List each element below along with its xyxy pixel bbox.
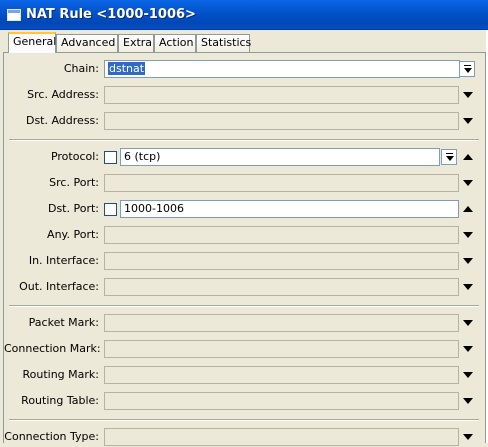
connection-type-expand-icon[interactable]: [463, 434, 473, 440]
connection-mark-field[interactable]: [104, 340, 459, 358]
packet-mark-expand-icon[interactable]: [463, 320, 473, 326]
tab-advanced[interactable]: Advanced: [56, 34, 118, 52]
separator: [9, 305, 479, 307]
packet-mark-label: Packet Mark:: [28, 316, 99, 329]
chain-row: Chain: dstnat: [4, 59, 487, 79]
window-icon: [7, 9, 21, 21]
src-port-expand-icon[interactable]: [463, 180, 473, 186]
out-interface-field[interactable]: [104, 278, 459, 296]
any-port-field[interactable]: [104, 226, 459, 244]
any-port-label: Any. Port:: [47, 228, 99, 241]
packet-mark-row: Packet Mark:: [4, 313, 487, 333]
routing-table-label: Routing Table:: [21, 394, 99, 407]
src-address-row: Src. Address:: [4, 85, 487, 105]
in-interface-expand-icon[interactable]: [463, 258, 473, 264]
routing-table-expand-icon[interactable]: [463, 398, 473, 404]
routing-table-field[interactable]: [104, 392, 459, 410]
chain-dropdown-icon[interactable]: [459, 61, 475, 77]
connection-type-label: Connection Type:: [4, 430, 99, 443]
title-bar[interactable]: NAT Rule <1000-1006>: [0, 0, 488, 30]
out-interface-label: Out. Interface:: [19, 280, 99, 293]
tab-statistics[interactable]: Statistics: [196, 34, 251, 52]
any-port-expand-icon[interactable]: [463, 232, 473, 238]
src-address-field[interactable]: [104, 86, 459, 104]
in-interface-label: In. Interface:: [28, 254, 99, 267]
chain-field[interactable]: dstnat: [104, 60, 460, 78]
connection-mark-label: Connection Mark:: [4, 342, 101, 355]
routing-mark-field[interactable]: [104, 366, 459, 384]
protocol-negate-checkbox[interactable]: [104, 151, 117, 164]
out-interface-row: Out. Interface:: [4, 277, 487, 297]
routing-mark-label: Routing Mark:: [22, 368, 99, 381]
dst-address-row: Dst. Address:: [4, 111, 487, 131]
protocol-row: Protocol: 6 (tcp): [4, 147, 487, 167]
dst-port-negate-checkbox[interactable]: [104, 203, 117, 216]
packet-mark-field[interactable]: [104, 314, 459, 332]
dst-port-collapse-icon[interactable]: [463, 206, 473, 212]
routing-mark-row: Routing Mark:: [4, 365, 487, 385]
window-title: NAT Rule <1000-1006>: [26, 7, 196, 22]
dst-address-expand-icon[interactable]: [463, 118, 473, 124]
nat-rule-window: NAT Rule <1000-1006> General Advanced Ex…: [0, 0, 488, 446]
connection-type-row: Connection Type:: [4, 427, 487, 447]
dst-port-row: Dst. Port: 1000-1006: [4, 199, 487, 219]
in-interface-field[interactable]: [104, 252, 459, 270]
tab-extra[interactable]: Extra: [118, 34, 154, 52]
protocol-field[interactable]: 6 (tcp): [120, 148, 440, 166]
src-port-label: Src. Port:: [49, 176, 99, 189]
routing-mark-expand-icon[interactable]: [463, 372, 473, 378]
chain-value: dstnat: [108, 62, 146, 75]
src-port-row: Src. Port:: [4, 173, 487, 193]
dst-port-label: Dst. Port:: [47, 202, 99, 215]
separator: [9, 419, 479, 421]
tab-general[interactable]: General: [8, 32, 56, 53]
src-address-expand-icon[interactable]: [463, 92, 473, 98]
src-address-label: Src. Address:: [27, 88, 99, 101]
any-port-row: Any. Port:: [4, 225, 487, 245]
dst-address-label: Dst. Address:: [25, 114, 99, 127]
src-port-field[interactable]: [104, 174, 459, 192]
separator: [9, 139, 479, 141]
out-interface-expand-icon[interactable]: [463, 284, 473, 290]
protocol-label: Protocol:: [50, 150, 99, 163]
protocol-collapse-icon[interactable]: [463, 154, 473, 160]
routing-table-row: Routing Table:: [4, 391, 487, 411]
in-interface-row: In. Interface:: [4, 251, 487, 271]
connection-mark-row: Connection Mark:: [4, 339, 487, 359]
connection-type-field[interactable]: [104, 428, 459, 446]
general-panel: Chain: dstnat Src. Address: Dst. Address…: [3, 52, 487, 446]
tab-action[interactable]: Action: [154, 34, 196, 52]
dst-port-field[interactable]: 1000-1006: [120, 200, 459, 218]
protocol-dropdown-icon[interactable]: [441, 149, 457, 165]
chain-label: Chain:: [63, 62, 99, 75]
connection-mark-expand-icon[interactable]: [463, 346, 473, 352]
dst-address-field[interactable]: [104, 112, 459, 130]
